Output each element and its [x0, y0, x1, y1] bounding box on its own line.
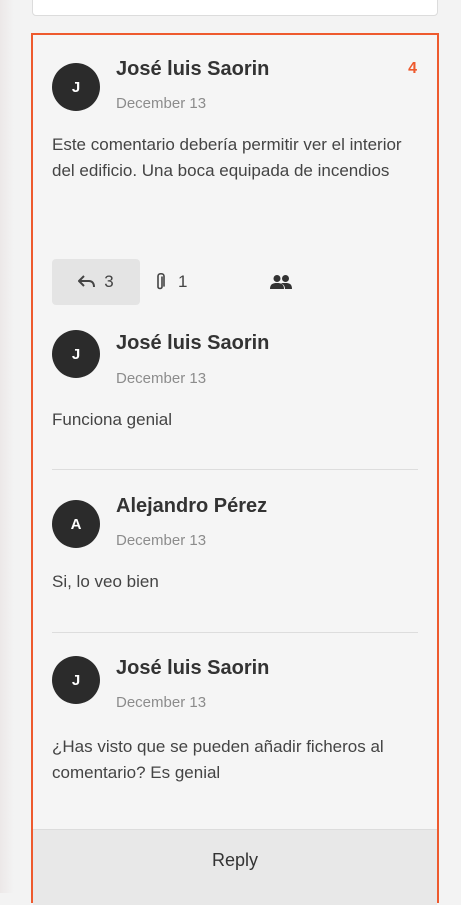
- background-left-fade: [0, 0, 14, 893]
- reply-body: Funciona genial: [52, 410, 173, 429]
- avatar: J: [52, 330, 100, 378]
- paperclip-icon: [157, 272, 165, 290]
- attachments-button[interactable]: 1: [154, 259, 187, 305]
- previous-comment-card[interactable]: [32, 0, 438, 16]
- mentions-button[interactable]: [269, 259, 293, 305]
- reply-arrow-icon: [78, 275, 96, 288]
- comment-count-badge: 4: [408, 60, 417, 77]
- reply-date: December 13: [116, 694, 207, 711]
- reply-divider: [52, 632, 418, 633]
- users-icon: [270, 275, 292, 289]
- avatar-initial: J: [71, 671, 81, 689]
- attachments-count: 1: [178, 272, 188, 291]
- replies-count: 3: [104, 272, 114, 291]
- avatar-initial: J: [71, 78, 81, 96]
- avatar-initial: J: [71, 345, 81, 363]
- reply-date: December 13: [116, 532, 207, 549]
- reply-divider: [52, 469, 418, 470]
- reply-body: ¿Has visto que se pueden añadir ficheros…: [52, 737, 384, 782]
- comment-card-selected[interactable]: J José luis Saorin December 13 4 Este co…: [31, 33, 439, 905]
- reply-author: Alejandro Pérez: [116, 495, 268, 517]
- reply-date: December 13: [116, 370, 207, 387]
- replies-button[interactable]: 3: [52, 259, 140, 305]
- reply-body: Si, lo veo bien: [52, 572, 159, 591]
- reply-button[interactable]: Reply: [33, 829, 437, 905]
- avatar: A: [52, 500, 100, 548]
- comment-author: José luis Saorin: [116, 58, 270, 80]
- avatar-initial: A: [70, 515, 82, 533]
- reply-author: José luis Saorin: [116, 332, 270, 354]
- avatar: J: [52, 63, 100, 111]
- comment-body: Este comentario debería permitir ver el …: [52, 135, 402, 180]
- avatar: J: [52, 656, 100, 704]
- comment-date: December 13: [116, 95, 207, 112]
- reply-author: José luis Saorin: [116, 657, 270, 679]
- reply-button-label: Reply: [211, 850, 259, 870]
